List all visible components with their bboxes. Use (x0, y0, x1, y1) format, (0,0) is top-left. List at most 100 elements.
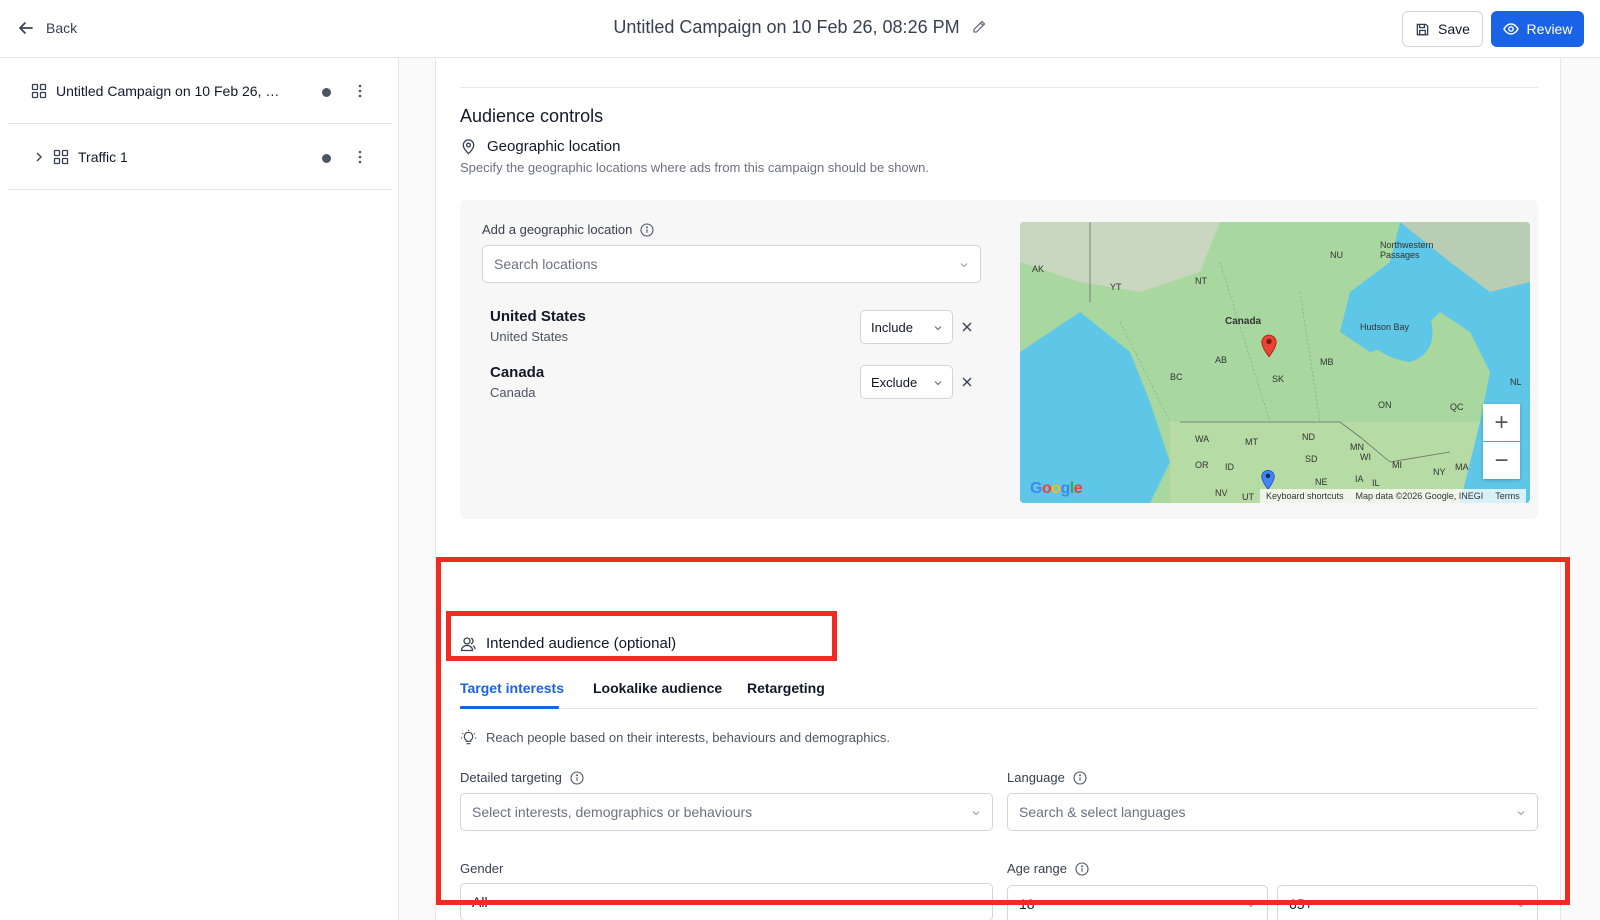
audience-tabs: Target interests Lookalike audience Reta… (460, 665, 1538, 709)
map-label: IL (1372, 478, 1380, 488)
map-label: MA (1455, 462, 1469, 472)
remove-location-icon[interactable] (961, 376, 973, 388)
tab-target-interests[interactable]: Target interests (460, 680, 564, 696)
map-label: ID (1225, 462, 1234, 472)
map-label: AB (1215, 355, 1228, 365)
map-label: SD (1305, 454, 1318, 464)
map-label: SK (1272, 374, 1285, 384)
eye-icon (1502, 23, 1519, 35)
map-label: Northwestern Passages (1380, 240, 1434, 260)
map-label: NU (1330, 250, 1343, 260)
detailed-targeting-select[interactable]: Select interests, demographics or behavi… (460, 793, 993, 831)
zoom-out-button[interactable]: − (1483, 442, 1520, 479)
location-name: Canada (490, 364, 545, 381)
chevron-down-icon (1517, 903, 1525, 908)
language-placeholder: Search & select languages (1019, 804, 1186, 820)
map-label: BC (1170, 372, 1183, 382)
map-label: QC (1450, 402, 1464, 412)
include-exclude-select[interactable]: Exclude (860, 365, 953, 399)
top-bar: Back Untitled Campaign on 10 Feb 26, 08:… (0, 0, 1600, 58)
location-map[interactable]: Northwestern Passages NU AK YT NT Canada… (1020, 222, 1530, 503)
sidebar-item-label: Untitled Campaign on 10 Feb 26, 0... (56, 83, 281, 99)
map-terms-link[interactable]: Terms (1495, 491, 1520, 501)
map-marker-icon[interactable] (1260, 332, 1278, 358)
more-vertical-icon[interactable] (352, 83, 368, 99)
review-button[interactable]: Review (1491, 11, 1584, 47)
info-icon[interactable] (1075, 861, 1089, 876)
sidebar: Untitled Campaign on 10 Feb 26, 0... Tra… (0, 58, 399, 920)
audience-controls-title: Audience controls (460, 106, 604, 126)
tab-lookalike-audience[interactable]: Lookalike audience (593, 680, 722, 696)
add-location-label-text: Add a geographic location (482, 222, 633, 237)
detailed-targeting-label-text: Detailed targeting (460, 770, 562, 785)
map-label: MB (1320, 357, 1334, 367)
remove-location-icon[interactable] (961, 321, 973, 333)
info-icon[interactable] (570, 770, 584, 785)
map-label: NE (1315, 477, 1328, 487)
geographic-location-description: Specify the geographic locations where a… (460, 160, 929, 175)
geographic-location-title: Geographic location (487, 138, 621, 155)
map-label: NL (1510, 377, 1522, 387)
map-label: NT (1195, 276, 1207, 286)
map-label: OR (1195, 460, 1209, 470)
chevron-down-icon (960, 263, 968, 268)
age-min-value: 18 (1019, 896, 1035, 912)
review-label: Review (1526, 21, 1573, 37)
age-range-label-text: Age range (1007, 861, 1067, 876)
map-label: YT (1110, 282, 1122, 292)
include-exclude-value: Exclude (871, 374, 918, 390)
map-marker-icon[interactable] (1260, 468, 1276, 490)
info-icon[interactable] (1073, 770, 1087, 785)
location-subtitle: Canada (490, 385, 536, 400)
age-range-label: Age range (1007, 861, 1089, 876)
divider (460, 87, 1538, 88)
more-vertical-icon[interactable] (352, 149, 368, 165)
save-icon (1416, 23, 1429, 35)
language-label: Language (1007, 770, 1087, 785)
map-label: MI (1392, 460, 1402, 470)
chevron-down-icon (934, 326, 942, 331)
save-button[interactable]: Save (1402, 11, 1483, 47)
chevron-down-icon (972, 901, 980, 906)
map-label: MT (1245, 437, 1258, 447)
sidebar-item-traffic[interactable]: Traffic 1 (8, 124, 392, 190)
age-min-select[interactable]: 18 (1007, 885, 1268, 920)
campaign-title: Untitled Campaign on 10 Feb 26, 08:26 PM (0, 17, 1600, 38)
info-icon[interactable] (640, 222, 654, 237)
location-subtitle: United States (490, 329, 569, 344)
gender-value: All (472, 894, 488, 910)
geographic-location-panel: Add a geographic location Search locatio… (460, 200, 1538, 519)
age-max-select[interactable]: 65+ (1277, 885, 1538, 920)
map-terrain (1020, 222, 1530, 503)
keyboard-shortcuts-link[interactable]: Keyboard shortcuts (1266, 491, 1344, 501)
map-label: WI (1360, 452, 1371, 462)
tab-retargeting[interactable]: Retargeting (747, 680, 825, 696)
location-pin-icon (462, 139, 475, 155)
location-item-united-states: United States United States (490, 308, 586, 344)
map-label: ON (1378, 400, 1392, 410)
sidebar-item-campaign[interactable]: Untitled Campaign on 10 Feb 26, 0... (8, 58, 392, 124)
pencil-icon[interactable] (971, 19, 987, 35)
map-label: WA (1195, 434, 1210, 444)
intended-audience-title: Intended audience (optional) (486, 635, 677, 652)
chevron-right-icon[interactable] (33, 151, 45, 163)
gender-label-text: Gender (460, 861, 504, 876)
google-logo: Google (1030, 480, 1083, 497)
grid-icon (31, 83, 47, 99)
map-label: MN (1350, 442, 1364, 452)
main-area: Audience controls Geographic location Sp… (399, 58, 1600, 920)
zoom-in-button[interactable]: + (1483, 404, 1520, 441)
map-label: NY (1433, 467, 1446, 477)
include-exclude-select[interactable]: Include (860, 310, 953, 344)
search-locations-select[interactable]: Search locations (482, 245, 981, 283)
target-interests-hint: Reach people based on their interests, b… (460, 729, 890, 746)
gender-select[interactable]: All (460, 883, 993, 920)
language-select[interactable]: Search & select languages (1007, 793, 1538, 831)
map-footer: Keyboard shortcuts Map data ©2026 Google… (1260, 489, 1526, 503)
map-label: Canada (1225, 316, 1262, 327)
sidebar-item-label: Traffic 1 (78, 149, 128, 165)
save-label: Save (1438, 21, 1470, 37)
chevron-down-icon (1247, 903, 1255, 908)
status-dot (322, 154, 331, 163)
map-label: NV (1215, 488, 1228, 498)
